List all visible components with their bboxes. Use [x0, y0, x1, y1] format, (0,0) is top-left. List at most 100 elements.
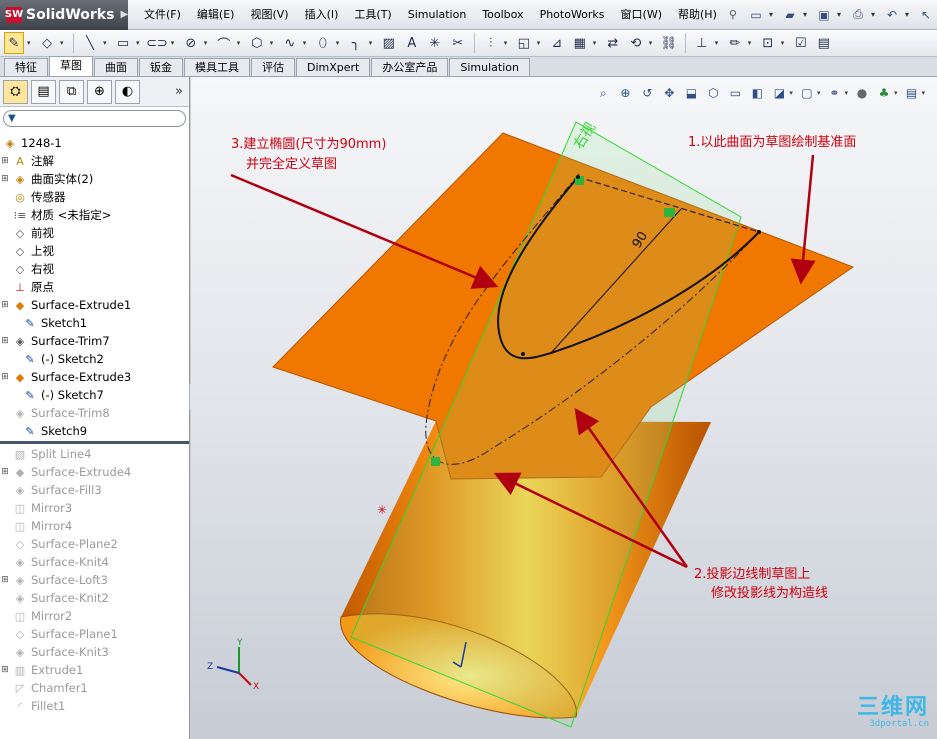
tab-5[interactable]: 评估 — [251, 58, 295, 76]
graphics-area[interactable]: ⌕ ⊕ ↺ ✥ ⬓ ⬡ ▭ ◧ ◪ ▾ ▢ ▾ ⚭ ▾ ● ♣ ▾ ▤ ▾ 右视… — [191, 77, 937, 739]
tree-item[interactable]: ✎ Sketch9 — [0, 422, 189, 440]
mirror-entities-icon[interactable]: ⊿ — [547, 32, 567, 54]
menu-item[interactable]: Toolbox — [474, 0, 531, 30]
tab-3[interactable]: 钣金 — [139, 58, 183, 76]
undo-dropdown-icon[interactable]: ▾ — [905, 10, 913, 19]
image-icon[interactable]: ▤ — [814, 32, 834, 54]
tree-item[interactable]: ◫ Mirror2 — [0, 607, 189, 625]
tree-item[interactable]: ⊞ ◆ Surface-Extrude4 — [0, 463, 189, 481]
tab-1[interactable]: 草图 — [49, 56, 93, 76]
tree-item[interactable]: ⊞ ◆ Surface-Extrude1 — [0, 296, 189, 314]
fillet-dropdown-icon[interactable]: ▾ — [369, 39, 376, 47]
expand-toggle-icon[interactable]: ⊞ — [0, 300, 10, 310]
menu-item[interactable]: 视图(V) — [242, 0, 296, 30]
offset-dropdown-icon[interactable]: ▾ — [537, 39, 544, 47]
tree-item[interactable]: ⊥ 原点 — [0, 278, 189, 296]
spline-icon[interactable]: ∿ — [280, 32, 300, 54]
tab-2[interactable]: 曲面 — [94, 58, 138, 76]
circle-dropdown-icon[interactable]: ▾ — [204, 39, 211, 47]
ellipse-icon[interactable]: ⬯ — [313, 32, 333, 54]
arc-dropdown-icon[interactable]: ▾ — [237, 39, 244, 47]
tree-item[interactable]: ◸ Chamfer1 — [0, 679, 189, 697]
rectangle-icon[interactable]: ▭ — [113, 32, 133, 54]
tree-item[interactable]: ◈ Surface-Knit2 — [0, 589, 189, 607]
expand-toggle-icon[interactable]: ⊞ — [0, 174, 10, 184]
undo-icon[interactable]: ↶ — [881, 4, 903, 26]
tree-item[interactable]: ⁝≡ 材质 <未指定> — [0, 206, 189, 224]
property-manager-tab-icon[interactable]: ▤ — [31, 79, 56, 104]
plane-sketch-icon[interactable]: ▨ — [379, 32, 399, 54]
menu-item[interactable]: Simulation — [400, 0, 475, 30]
display-relations-icon[interactable]: ⊥ — [692, 32, 712, 54]
tree-filter[interactable]: ▼ — [3, 110, 186, 127]
save-dropdown-icon[interactable]: ▾ — [837, 10, 845, 19]
menu-item[interactable]: 工具(T) — [346, 0, 399, 30]
fillet-sketch-icon[interactable]: ╮ — [346, 32, 366, 54]
tree-item[interactable]: ◇ Surface-Plane2 — [0, 535, 189, 553]
configuration-manager-tab-icon[interactable]: ⧉ — [59, 79, 84, 104]
tree-item[interactable]: ⊞ ◈ 曲面实体(2) — [0, 170, 189, 188]
move-entities-icon[interactable]: ⇄ — [603, 32, 623, 54]
smart-dimension-icon[interactable]: ◇ — [37, 32, 57, 54]
menu-item[interactable]: 帮助(H) — [670, 0, 725, 30]
polygon-icon[interactable]: ⬡ — [247, 32, 267, 54]
convert-dropdown-icon[interactable]: ▾ — [504, 39, 511, 47]
menu-item[interactable]: PhotoWorks — [532, 0, 613, 30]
sketch-relation-marker[interactable] — [664, 208, 675, 217]
tree-item[interactable]: ◈ Surface-Knit3 — [0, 643, 189, 661]
rectangle-dropdown-icon[interactable]: ▾ — [136, 39, 143, 47]
ellipse-dropdown-icon[interactable]: ▾ — [336, 39, 343, 47]
tree-item[interactable]: ◫ Mirror4 — [0, 517, 189, 535]
app-logo[interactable]: SW SolidWorks ▶ — [0, 0, 128, 30]
display-manager-tab-icon[interactable]: ◐ — [115, 79, 140, 104]
snaps-dropdown-icon[interactable]: ▾ — [748, 39, 755, 47]
tree-item[interactable]: ◈ Surface-Fill3 — [0, 481, 189, 499]
slot-dropdown-icon[interactable]: ▾ — [171, 39, 178, 47]
print-icon[interactable]: ⎙ — [847, 4, 869, 26]
open-folder-icon[interactable]: ▰ — [779, 4, 801, 26]
tab-0[interactable]: 特征 — [4, 58, 48, 76]
rotate-entities-icon[interactable]: ⟲ — [626, 32, 646, 54]
tree-item[interactable]: ✎ Sketch1 — [0, 314, 189, 332]
feature-manager-tab-icon[interactable]: ⛭ — [3, 79, 28, 104]
text-icon[interactable]: A — [402, 32, 422, 54]
expand-toggle-icon[interactable]: ⊞ — [0, 467, 10, 477]
menu-item[interactable]: 文件(F) — [136, 0, 189, 30]
dimxpert-manager-tab-icon[interactable]: ⊕ — [87, 79, 112, 104]
expand-toggle-icon[interactable]: ⊞ — [0, 372, 10, 382]
tree-item[interactable]: ⊞ ▥ Extrude1 — [0, 661, 189, 679]
rollback-bar[interactable] — [0, 441, 189, 444]
menu-item[interactable]: 编辑(E) — [189, 0, 243, 30]
tree-item[interactable]: ◫ Mirror3 — [0, 499, 189, 517]
select-arrow-icon[interactable]: ↖ — [915, 4, 937, 26]
tree-item[interactable]: ◜ Fillet1 — [0, 697, 189, 715]
repair-sketch-icon[interactable]: ⛓ — [659, 32, 679, 54]
linear-pattern-icon[interactable]: ▦ — [570, 32, 590, 54]
expand-toggle-icon[interactable]: ⊞ — [0, 575, 10, 585]
trim-icon[interactable]: ✂ — [448, 32, 468, 54]
tree-root[interactable]: ◈ 1248-1 — [0, 134, 189, 152]
tree-item[interactable]: ⊞ A 注解 — [0, 152, 189, 170]
tree-item[interactable]: ▧ Split Line4 — [0, 445, 189, 463]
offset-entities-icon[interactable]: ◱ — [514, 32, 534, 54]
print-dropdown-icon[interactable]: ▾ — [871, 10, 879, 19]
relations-dropdown-icon[interactable]: ▾ — [715, 39, 722, 47]
save-icon[interactable]: ▣ — [813, 4, 835, 26]
tab-6[interactable]: DimXpert — [296, 58, 371, 76]
tree-item[interactable]: ◈ Surface-Knit4 — [0, 553, 189, 571]
menu-item[interactable]: 插入(I) — [297, 0, 347, 30]
sketch-relation-marker[interactable] — [431, 457, 440, 466]
sketch-dropdown-icon[interactable]: ▾ — [27, 39, 34, 47]
tree-item[interactable]: ◈ Surface-Trim8 — [0, 404, 189, 422]
tree-item[interactable]: ◇ 上视 — [0, 242, 189, 260]
tab-8[interactable]: Simulation — [449, 58, 530, 76]
tree-item[interactable]: ◇ 前视 — [0, 224, 189, 242]
rapid-sketch-icon[interactable]: ⊡ — [758, 32, 778, 54]
pin-icon[interactable]: ⚲ — [729, 7, 737, 23]
move-dropdown-icon[interactable]: ▾ — [649, 39, 656, 47]
tree-item[interactable]: ✎ (-) Sketch7 — [0, 386, 189, 404]
new-document-icon[interactable]: ▭ — [745, 4, 767, 26]
tree-item[interactable]: ◎ 传感器 — [0, 188, 189, 206]
open-dropdown-icon[interactable]: ▾ — [803, 10, 811, 19]
tree-item[interactable]: ◇ Surface-Plane1 — [0, 625, 189, 643]
